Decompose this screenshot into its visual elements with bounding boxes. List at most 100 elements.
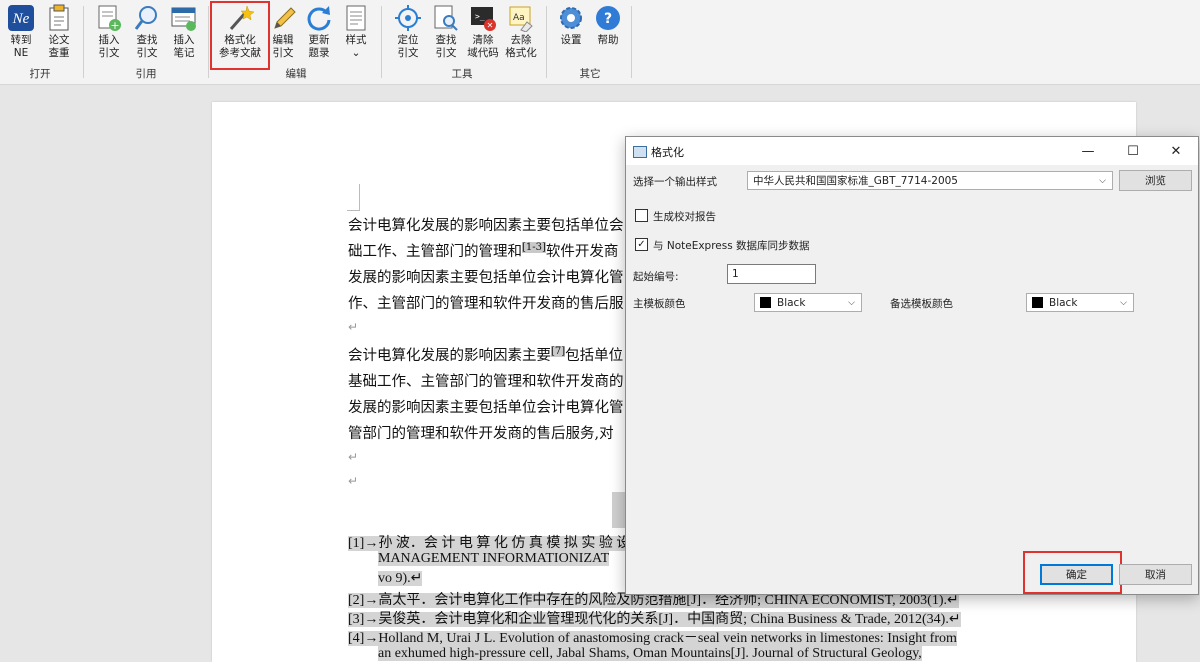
maximize-button[interactable]: ☐ bbox=[1111, 137, 1155, 165]
pencil-icon bbox=[269, 4, 297, 32]
format-dialog: 格式化 — ☐ ✕ 选择一个输出样式 中华人民共和国国家标准_GBT_7714-… bbox=[625, 136, 1199, 595]
output-style-value: 中华人民共和国国家标准_GBT_7714-2005 bbox=[753, 175, 958, 187]
alt-color-select[interactable]: Black ⌵ bbox=[1026, 293, 1134, 312]
paragraph-1-line-1: 会计电算化发展的影响因素主要包括单位会 bbox=[348, 218, 624, 234]
goto-ne-button[interactable]: Ne 转到 NE bbox=[4, 2, 38, 62]
main-color-value: Black bbox=[777, 297, 806, 309]
edit-citation-label-1: 编辑 bbox=[272, 34, 294, 46]
start-number-label: 起始编号: bbox=[633, 271, 679, 283]
paragraph-2-line-2: 基础工作、主管部门的管理和软件开发商的 bbox=[348, 374, 624, 390]
style-icon bbox=[342, 4, 370, 32]
text-span: 包括单位 bbox=[565, 348, 624, 364]
svg-text:+: + bbox=[110, 19, 119, 32]
separator bbox=[546, 6, 547, 78]
output-style-label: 选择一个输出样式 bbox=[633, 176, 717, 188]
update-records-label-1: 更新 bbox=[308, 34, 330, 46]
reference-text: an exhumed high-pressure cell, Jabal Sha… bbox=[378, 646, 922, 661]
locate-citation-button[interactable]: 定位 引文 bbox=[391, 2, 425, 62]
locate-citation-label-1: 定位 bbox=[397, 34, 419, 46]
insert-note-button[interactable]: 插入 笔记 bbox=[167, 2, 201, 62]
browse-button[interactable]: 浏览 bbox=[1119, 170, 1192, 191]
locate-icon bbox=[394, 4, 422, 32]
minimize-button[interactable]: — bbox=[1066, 137, 1110, 165]
window-icon bbox=[633, 146, 647, 158]
margin-corner-mark bbox=[347, 184, 360, 211]
citation-marker[interactable]: [7] bbox=[551, 346, 566, 358]
find-citation-tool-label-1: 查找 bbox=[435, 34, 457, 46]
insert-citation-button[interactable]: + 插入 引文 bbox=[92, 2, 126, 62]
paragraph-mark: ↵ bbox=[348, 474, 359, 488]
update-records-button[interactable]: 更新 题录 bbox=[303, 2, 335, 62]
report-checkbox[interactable] bbox=[635, 209, 648, 222]
reference-text: [1]→孙 波．会 计 电 算 化 仿 真 模 拟 实 验 设 bbox=[348, 536, 631, 551]
remove-format-icon: Aa bbox=[507, 4, 535, 32]
find-citation-icon bbox=[133, 4, 161, 32]
clear-field-code-button[interactable]: >_ ✕ 清除 域代码 bbox=[465, 2, 501, 62]
find-doc-icon bbox=[432, 4, 460, 32]
group-label-other: 其它 bbox=[579, 68, 601, 80]
cancel-button[interactable]: 取消 bbox=[1119, 564, 1192, 585]
dialog-title: 格式化 bbox=[651, 146, 684, 159]
chevron-down-icon: ⌄ bbox=[351, 47, 361, 59]
clear-field-code-label-1: 清除 bbox=[472, 34, 494, 46]
sync-label: 与 NoteExpress 数据库同步数据 bbox=[653, 240, 810, 252]
insert-note-icon bbox=[170, 4, 198, 32]
paragraph-mark: ↵ bbox=[348, 320, 359, 334]
insert-note-label-1: 插入 bbox=[173, 34, 195, 46]
color-swatch bbox=[1032, 297, 1043, 308]
reference-3: [3]→吴俊英．会计电算化和企业管理现代化的关系[J]．中国商贸; China … bbox=[348, 608, 961, 628]
color-swatch bbox=[760, 297, 771, 308]
goto-ne-label-2: NE bbox=[13, 47, 29, 59]
insert-note-label-2: 笔记 bbox=[173, 47, 195, 59]
group-label-cite: 引用 bbox=[135, 68, 157, 80]
reference-text: MANAGEMENT INFORMATIONIZAT bbox=[378, 551, 610, 566]
text-span: 础工作、主管部门的管理和 bbox=[348, 244, 522, 260]
locate-citation-label-2: 引文 bbox=[397, 47, 419, 59]
paper-check-label-2: 查重 bbox=[48, 47, 70, 59]
refresh-icon bbox=[305, 4, 333, 32]
clipboard-check-icon bbox=[45, 4, 73, 32]
find-citation-label-1: 查找 bbox=[136, 34, 158, 46]
find-citation-button[interactable]: 查找 引文 bbox=[130, 2, 164, 62]
start-number-input[interactable]: 1 bbox=[727, 264, 816, 284]
edit-citation-button[interactable]: 编辑 引文 bbox=[268, 2, 298, 62]
paragraph-1-line-2: 础工作、主管部门的管理和[1-3]软件开发商 bbox=[348, 240, 618, 261]
paragraph-2-line-3: 发展的影响因素主要包括单位会计电算化管 bbox=[348, 400, 624, 416]
help-button[interactable]: ? 帮助 bbox=[592, 2, 624, 62]
output-style-select[interactable]: 中华人民共和国国家标准_GBT_7714-2005 ⌵ bbox=[747, 171, 1113, 190]
find-citation-tool-button[interactable]: 查找 引文 bbox=[429, 2, 463, 62]
remove-format-label-1: 去除 bbox=[510, 34, 532, 46]
separator bbox=[83, 6, 84, 78]
svg-text:>_: >_ bbox=[475, 12, 485, 21]
main-color-select[interactable]: Black ⌵ bbox=[754, 293, 862, 312]
svg-text:Ne: Ne bbox=[12, 11, 30, 27]
alt-color-label: 备选模板颜色 bbox=[890, 298, 953, 310]
separator bbox=[631, 6, 632, 78]
format-button-highlight bbox=[210, 1, 270, 70]
reference-text: [3]→吴俊英．会计电算化和企业管理现代化的关系[J]．中国商贸; China … bbox=[348, 612, 961, 627]
close-button[interactable]: ✕ bbox=[1154, 137, 1198, 165]
reference-1-line-3: vo 9).↵ bbox=[378, 570, 423, 587]
settings-button[interactable]: 设置 bbox=[555, 2, 587, 62]
goto-ne-label-1: 转到 bbox=[10, 34, 32, 46]
dialog-titlebar[interactable]: 格式化 — ☐ ✕ bbox=[626, 137, 1198, 165]
paragraph-1-line-3: 发展的影响因素主要包括单位会计电算化管 bbox=[348, 270, 624, 286]
insert-citation-label-2: 引文 bbox=[98, 47, 120, 59]
group-label-tools: 工具 bbox=[451, 68, 473, 80]
chevron-down-icon: ⌵ bbox=[848, 298, 855, 308]
style-dropdown-button[interactable]: 样式 ⌄ bbox=[340, 2, 372, 62]
paper-check-button[interactable]: 论文 查重 bbox=[42, 2, 76, 62]
sync-checkbox[interactable]: ✓ bbox=[635, 238, 648, 251]
edit-citation-label-2: 引文 bbox=[272, 47, 294, 59]
paper-check-label-1: 论文 bbox=[48, 34, 70, 46]
help-icon: ? bbox=[594, 4, 622, 32]
chevron-down-icon: ⌵ bbox=[1099, 176, 1106, 186]
reference-text: [2]→高太平．会计电算化工作中存在的风险及防范措施[J]．经济师; CHINA… bbox=[348, 593, 959, 608]
separator bbox=[208, 6, 209, 78]
paragraph-2-line-4: 管部门的管理和软件开发商的售后服务,对 bbox=[348, 426, 614, 442]
citation-marker[interactable]: [1-3] bbox=[522, 242, 546, 254]
main-color-label: 主模板颜色 bbox=[633, 298, 686, 310]
reference-1-line-1: [1]→孙 波．会 计 电 算 化 仿 真 模 拟 实 验 设 bbox=[348, 532, 631, 552]
remove-format-button[interactable]: Aa 去除 格式化 bbox=[503, 2, 539, 62]
find-citation-tool-label-2: 引文 bbox=[435, 47, 457, 59]
